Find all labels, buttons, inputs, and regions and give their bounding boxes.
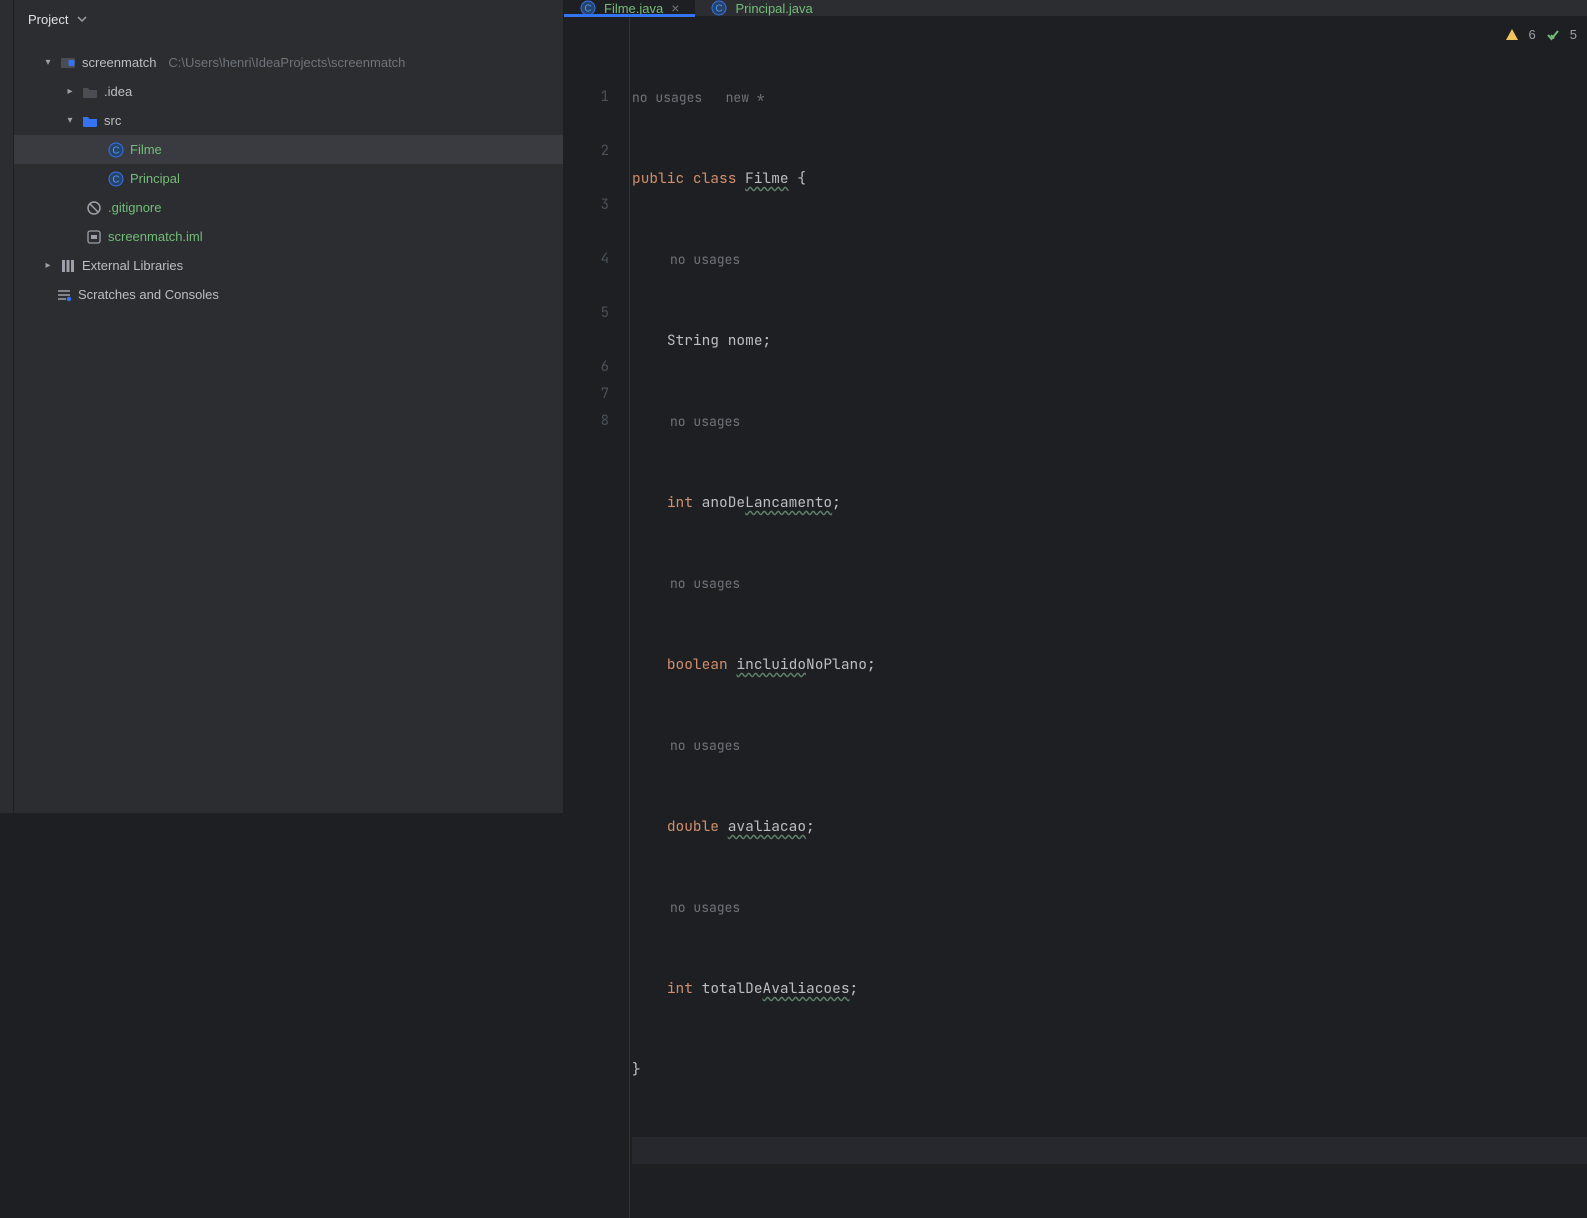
tree-item-iml[interactable]: screenmatch.iml — [14, 222, 563, 251]
inlay-hint: no usages — [632, 570, 1587, 597]
iml-file-icon — [86, 229, 102, 245]
tree-label: External Libraries — [82, 258, 183, 273]
code-line-current — [632, 1137, 1587, 1164]
module-folder-icon — [60, 55, 76, 71]
tree-label: Principal — [130, 171, 180, 186]
project-tree[interactable]: ▾ screenmatch C:\Users\henri\IdeaProject… — [14, 38, 563, 309]
svg-text:C: C — [112, 145, 119, 156]
tree-label: Scratches and Consoles — [78, 287, 219, 302]
java-class-icon: C — [580, 0, 596, 16]
tree-root[interactable]: ▾ screenmatch C:\Users\henri\IdeaProject… — [14, 48, 563, 77]
tree-label: .gitignore — [108, 200, 161, 215]
tab-filme[interactable]: C Filme.java × — [564, 0, 695, 16]
inlay-hint: no usages — [632, 732, 1587, 759]
project-panel-header[interactable]: Project — [14, 0, 563, 38]
tree-item-principal[interactable]: C Principal — [14, 164, 563, 193]
chevron-down-icon — [74, 11, 90, 27]
line-number: 5 — [564, 300, 609, 327]
warning-icon — [1505, 28, 1519, 42]
line-number: 1 — [564, 84, 609, 111]
tree-item-gitignore[interactable]: .gitignore — [14, 193, 563, 222]
code-line: int totalDeAvaliacoes; — [632, 975, 1587, 1002]
tree-label: .idea — [104, 84, 132, 99]
code-line: public class Filme { — [632, 165, 1587, 192]
library-icon — [60, 258, 76, 274]
tab-label: Principal.java — [735, 1, 812, 16]
source-folder-icon — [82, 113, 98, 129]
ok-count: 5 — [1570, 27, 1577, 42]
panel-title: Project — [28, 12, 68, 27]
tree-label: screenmatch.iml — [108, 229, 203, 244]
chevron-down-icon[interactable]: ▾ — [64, 115, 76, 126]
tab-label: Filme.java — [604, 1, 663, 16]
code-editor[interactable]: no usages new * public class Filme { no … — [630, 17, 1587, 1218]
tree-root-path: C:\Users\henri\IdeaProjects\screenmatch — [168, 55, 405, 70]
code-pane: 6 5 1 2 3 4 5 6 7 8 no usages new * publ… — [564, 17, 1587, 1218]
line-number: 3 — [564, 192, 609, 219]
line-number: 4 — [564, 246, 609, 273]
editor-tabs: C Filme.java × C Principal.java — [564, 0, 1587, 17]
tree-item-external[interactable]: ▸ External Libraries — [14, 251, 563, 280]
inlay-hint: no usages new * — [632, 84, 1587, 111]
tree-item-filme[interactable]: C Filme — [14, 135, 563, 164]
inspections-widget[interactable]: 6 5 — [1505, 27, 1577, 42]
tree-item-idea[interactable]: ▸ .idea — [14, 77, 563, 106]
check-icon — [1546, 28, 1560, 42]
svg-text:C: C — [584, 4, 591, 15]
inlay-hint: no usages — [632, 246, 1587, 273]
svg-text:C: C — [112, 174, 119, 185]
inlay-hint: no usages — [632, 894, 1587, 921]
left-tool-stripe[interactable] — [0, 0, 14, 813]
warning-count: 6 — [1529, 27, 1536, 42]
tree-label: Filme — [130, 142, 162, 157]
java-class-icon: C — [711, 0, 727, 16]
tree-root-label: screenmatch — [82, 55, 156, 70]
inlay-hint: no usages — [632, 408, 1587, 435]
project-panel: Project ▾ screenmatch C:\Users\henri\Ide… — [14, 0, 564, 813]
code-line: double avaliacao; — [632, 813, 1587, 840]
close-icon[interactable]: × — [671, 0, 679, 16]
code-line: int anoDeLancamento; — [632, 489, 1587, 516]
line-number: 6 — [564, 354, 609, 381]
java-class-icon: C — [108, 142, 124, 158]
line-number: 2 — [564, 138, 609, 165]
gitignore-icon — [86, 200, 102, 216]
tab-principal[interactable]: C Principal.java — [695, 0, 828, 16]
java-class-icon: C — [108, 171, 124, 187]
svg-text:C: C — [716, 4, 723, 15]
chevron-right-icon[interactable]: ▸ — [42, 260, 54, 271]
tree-item-src[interactable]: ▾ src — [14, 106, 563, 135]
line-gutter[interactable]: 1 2 3 4 5 6 7 8 — [564, 17, 630, 1218]
code-line: String nome; — [632, 327, 1587, 354]
folder-icon — [82, 84, 98, 100]
code-line: boolean incluidoNoPlano; — [632, 651, 1587, 678]
tree-item-scratches[interactable]: Scratches and Consoles — [14, 280, 563, 309]
line-number: 8 — [564, 408, 609, 435]
editor-area: C Filme.java × C Principal.java 6 5 1 — [564, 0, 1587, 813]
tree-label: src — [104, 113, 121, 128]
line-number: 7 — [564, 381, 609, 408]
scratches-icon — [56, 287, 72, 303]
code-line: } — [632, 1056, 1587, 1083]
chevron-down-icon[interactable]: ▾ — [42, 57, 54, 68]
chevron-right-icon[interactable]: ▸ — [64, 86, 76, 97]
